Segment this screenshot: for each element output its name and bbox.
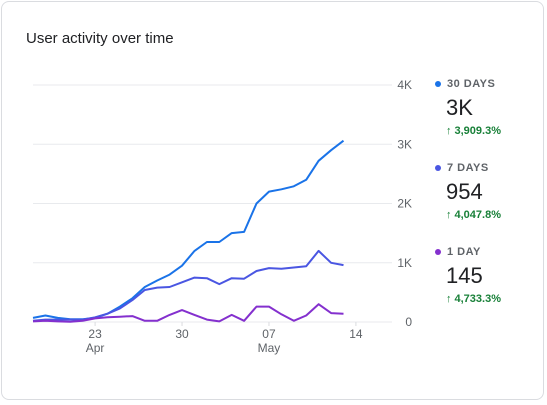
legend-item-7-days[interactable]: 7 DAYS 954 ↑ 4,047.8% xyxy=(435,162,501,221)
arrow-up-icon: ↑ xyxy=(446,125,452,137)
user-activity-card: User activity over time 4K 3K 2K 1K 0 23 Apr 3… xyxy=(1,1,544,400)
x-tick-label: 30 xyxy=(175,327,189,341)
series-line-30-days[interactable] xyxy=(32,139,345,321)
x-tick-label: 14 xyxy=(349,327,363,341)
legend-change: 4,047.8% xyxy=(454,209,501,221)
x-tick-sublabel: May xyxy=(258,341,281,355)
arrow-up-icon: ↑ xyxy=(446,209,452,221)
y-tick-label: 2K xyxy=(397,197,412,211)
y-axis-ticks: 4K 3K 2K 1K 0 xyxy=(397,78,412,329)
legend-value: 145 xyxy=(446,263,483,288)
legend-label: 7 DAYS xyxy=(447,162,489,174)
y-tick-label: 4K xyxy=(397,78,412,92)
legend-value: 3K xyxy=(446,95,473,120)
y-tick-label: 1K xyxy=(397,256,412,270)
legend-value: 954 xyxy=(446,179,483,204)
legend-item-30-days[interactable]: 30 DAYS 3K ↑ 3,909.3% xyxy=(435,78,501,137)
legend-label: 30 DAYS xyxy=(447,78,496,90)
dot-icon xyxy=(435,165,441,171)
x-tick-sublabel: Apr xyxy=(86,341,105,355)
legend-item-1-day[interactable]: 1 DAY 145 ↑ 4,733.3% xyxy=(435,246,501,305)
legend-change: 4,733.3% xyxy=(454,293,501,305)
x-axis-ticks: 23Apr 30 07May 14 xyxy=(86,322,363,355)
arrow-up-icon: ↑ xyxy=(446,293,452,305)
x-tick-label: 23 xyxy=(88,327,102,341)
y-tick-label: 0 xyxy=(405,315,412,329)
x-tick-label: 07 xyxy=(262,327,276,341)
series-lines xyxy=(32,139,345,323)
legend-label: 1 DAY xyxy=(447,246,481,258)
grid-lines xyxy=(33,84,392,323)
dot-icon xyxy=(435,249,441,255)
legend-change: 3,909.3% xyxy=(454,125,501,137)
dot-icon xyxy=(435,81,441,87)
y-tick-label: 3K xyxy=(397,137,412,151)
series-line-7-days[interactable] xyxy=(32,249,344,322)
